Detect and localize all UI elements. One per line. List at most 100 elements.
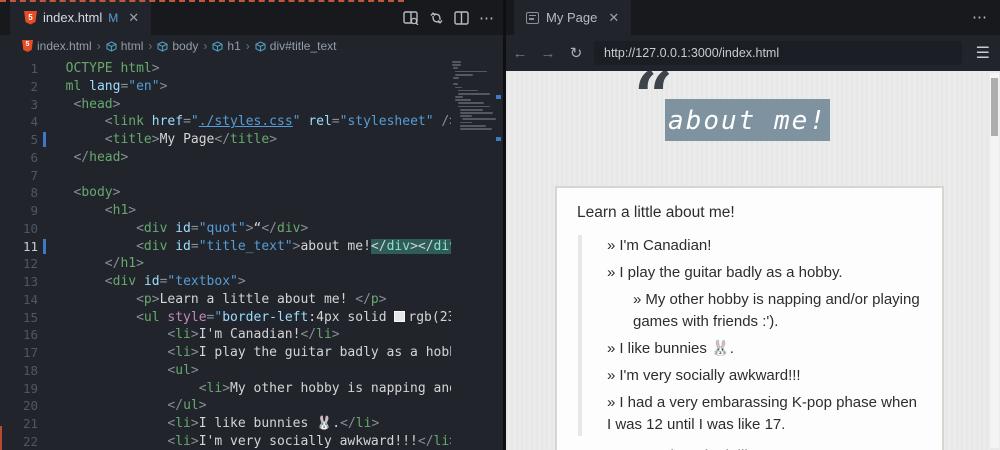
- list-item: » I had a very embarassing K-pop phase wh…: [607, 394, 918, 433]
- line-number: 21: [22, 416, 38, 431]
- code-line: <body>: [73, 185, 121, 201]
- code-line: <li>I'm very socially awkward!!!</li>: [167, 433, 451, 449]
- back-icon[interactable]: ←: [506, 45, 534, 62]
- preview-tab-title: My Page: [546, 10, 598, 25]
- forward-icon[interactable]: →: [534, 45, 562, 62]
- line-number: 22: [22, 433, 38, 449]
- open-preview-icon[interactable]: [403, 10, 419, 25]
- line-number: 1: [30, 61, 38, 76]
- reload-icon[interactable]: ↻: [562, 44, 590, 62]
- minimap[interactable]: [451, 61, 501, 141]
- textbox-card: Learn a little about me! » I'm Canadian!»…: [555, 186, 944, 450]
- line-number: 14: [22, 291, 38, 307]
- page-scrollbar-thumb[interactable]: [991, 78, 998, 136]
- line-number: 20: [22, 398, 38, 414]
- tab-index-html[interactable]: 5 index.html M ✕: [10, 0, 152, 35]
- intro-text: Learn a little about me!: [577, 204, 735, 221]
- preview-tab-bar: My Page ✕ ⋯: [506, 0, 1000, 35]
- code-line: <li>My other hobby is napping and/o: [198, 380, 451, 396]
- code-line: <title>My Page</title>: [104, 132, 278, 147]
- code-line: <link href="./styles.css" rel="styleshee…: [104, 114, 451, 130]
- vscode-window: 5 index.html M ✕ ⋯ 5 index.html › html › body…: [0, 0, 1000, 450]
- url-input[interactable]: http://127.0.0.1:3000/index.html: [594, 41, 962, 65]
- tab-filename: index.html: [43, 10, 103, 25]
- code-line: ml lang="en">: [65, 78, 168, 94]
- page-title-highlight: about me!: [665, 99, 830, 141]
- list-bullet: »: [607, 367, 616, 384]
- code-line: <li>I'm Canadian!</li>: [167, 327, 340, 343]
- editor-tab-bar: 5 index.html M ✕ ⋯: [0, 0, 503, 35]
- line-number: 11: [0, 238, 48, 256]
- list-item: » My other hobby is napping and/or playin…: [633, 291, 920, 330]
- list-bullet: »: [607, 340, 616, 357]
- breadcrumb-separator: ›: [203, 39, 208, 53]
- line-number: 13: [22, 274, 38, 289]
- preview-more-icon[interactable]: ⋯: [972, 8, 988, 26]
- code-line: <ul>: [167, 362, 199, 378]
- html-file-icon: 5: [24, 10, 37, 25]
- line-number: 4: [30, 114, 38, 130]
- page-scrollbar[interactable]: [990, 73, 999, 448]
- symbol-cube-icon: [255, 40, 266, 52]
- breadcrumb-item-html[interactable]: html: [106, 39, 143, 53]
- line-number: 10: [22, 220, 38, 236]
- breadcrumb-item-h1[interactable]: h1: [212, 39, 241, 53]
- code-line: <li>I like bunnies 🐰.</li>: [167, 416, 380, 431]
- rendered-page: “ about me! Learn a little about me! » I'…: [506, 71, 1000, 450]
- html-file-icon: 5: [22, 40, 33, 52]
- line-number: 12: [22, 256, 38, 272]
- editor-pane: 5 index.html M ✕ ⋯ 5 index.html › html › body…: [0, 0, 503, 450]
- split-editor-icon[interactable]: [454, 10, 469, 25]
- list-item: » I play the guitar badly as a hobby.: [607, 264, 843, 281]
- code-line: OCTYPE html>: [65, 61, 160, 76]
- list-bullet: »: [607, 394, 616, 411]
- page-title: about me!: [668, 106, 827, 136]
- nested-list: » My other hobby is napping and/or playin…: [607, 289, 922, 333]
- close-preview-icon[interactable]: ✕: [608, 10, 619, 26]
- line-number: 8: [30, 185, 38, 201]
- code-line: <ul style="border-left:4px solid rgb(231…: [136, 309, 451, 325]
- line-number: 18: [22, 362, 38, 378]
- quote-mark: “: [634, 71, 674, 137]
- line-number: 7: [30, 167, 38, 183]
- line-number: 16: [22, 327, 38, 343]
- code-editor[interactable]: 1 2 3 4 5 6 7 8 9 10 11 12 13 14 15 16 17 18 19 20 21 22 OCTY…: [0, 57, 503, 450]
- more-actions-icon[interactable]: ⋯: [479, 9, 495, 27]
- window-left-border: [0, 426, 2, 450]
- breadcrumb-item-body[interactable]: body: [157, 39, 198, 53]
- breadcrumb: 5 index.html › html › body › h1 › div#title_text: [0, 35, 503, 57]
- list-item: » I'm very socially awkward!!!: [607, 367, 801, 384]
- close-tab-icon[interactable]: ✕: [128, 10, 139, 26]
- code-line: <head>: [73, 96, 121, 112]
- list-bullet: »: [633, 291, 642, 308]
- minimap-modified-marker: [496, 95, 501, 99]
- code-line: </ul>: [167, 398, 207, 414]
- line-number: 17: [22, 345, 38, 360]
- minimap-modified-marker: [496, 137, 501, 141]
- list-item: » I'm Canadian!: [607, 237, 712, 254]
- open-changes-icon[interactable]: [429, 11, 444, 25]
- code-line: <p>Learn a little about me! </p>: [136, 291, 387, 307]
- breadcrumb-item-index-html[interactable]: 5 index.html: [22, 39, 92, 53]
- about-list: » I'm Canadian! » I play the guitar badly a…: [578, 235, 922, 436]
- code-area[interactable]: OCTYPE html> ml lang="en"> <head> <link …: [50, 60, 451, 450]
- list-item: » I like bunnies 🐰.: [607, 340, 734, 357]
- git-modified-badge: M: [108, 10, 119, 25]
- line-number: 3: [30, 96, 38, 112]
- symbol-cube-icon: [212, 40, 223, 52]
- breadcrumb-separator: ›: [148, 39, 153, 53]
- menu-icon[interactable]: ☰: [976, 43, 990, 63]
- line-number: 15: [22, 309, 38, 325]
- tab-my-page[interactable]: My Page ✕: [514, 0, 632, 35]
- list-bullet: »: [607, 237, 616, 254]
- code-line: <div id="quot">“</div>: [136, 220, 309, 236]
- line-number: 19: [22, 380, 38, 396]
- breadcrumb-item-div-title-text[interactable]: div#title_text: [255, 39, 336, 53]
- breadcrumb-separator: ›: [245, 39, 250, 53]
- preview-navbar: ← → ↻ http://127.0.0.1:3000/index.html ☰: [506, 35, 1000, 71]
- symbol-cube-icon: [157, 40, 168, 52]
- git-modified-gutter-bar: [43, 132, 46, 147]
- line-number: 6: [30, 149, 38, 165]
- color-swatch: [394, 310, 406, 322]
